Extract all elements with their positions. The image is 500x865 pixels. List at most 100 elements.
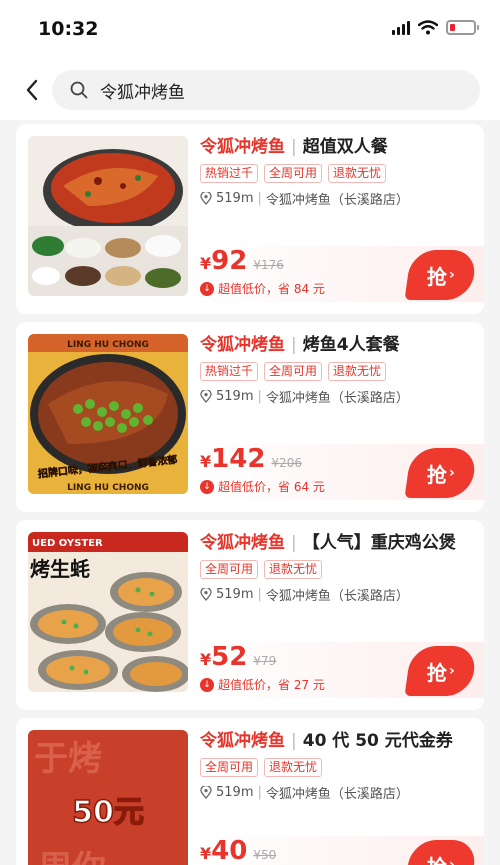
grab-button[interactable]: 抢› bbox=[404, 646, 478, 696]
product-brand: 令狐冲烤鱼 bbox=[200, 731, 285, 751]
product-tag: 全周可用 bbox=[264, 362, 323, 381]
thumb-title: 烤生蚝 bbox=[30, 557, 90, 581]
price-row: ¥ 142 ¥206 bbox=[200, 444, 302, 474]
product-title: 令狐冲烤鱼 | 超值双人餐 bbox=[200, 137, 388, 157]
price-area: ¥ 40 ¥50 抢› bbox=[188, 836, 484, 865]
product-brand: 令狐冲烤鱼 bbox=[200, 137, 285, 157]
product-info: 令狐冲烤鱼 | 40 代 50 元代金券 全周可用 退款无忧 519m | 令狐冲烤鱼（… bbox=[200, 728, 474, 802]
product-location: 519m | 令狐冲烤鱼（长溪路店） bbox=[200, 387, 474, 406]
down-arrow-circle-icon: ↓ bbox=[200, 677, 214, 692]
currency-symbol: ¥ bbox=[200, 650, 212, 669]
down-arrow-circle-icon: ↓ bbox=[200, 479, 214, 494]
product-title: 令狐冲烤鱼 | 烤鱼4人套餐 bbox=[200, 335, 400, 355]
sale-price: 142 bbox=[211, 444, 266, 474]
product-location: 519m | 令狐冲烤鱼（长溪路店） bbox=[200, 585, 474, 604]
product-info: 令狐冲烤鱼 | 【人气】重庆鸡公煲 全周可用 退款无忧 519m | 令狐冲烤鱼（长溪路… bbox=[200, 530, 474, 604]
product-store: 令狐冲烤鱼（长溪路店） bbox=[265, 193, 409, 208]
grab-button[interactable]: 抢› bbox=[404, 840, 478, 865]
product-title: 令狐冲烤鱼 | 【人气】重庆鸡公煲 bbox=[200, 533, 456, 553]
down-arrow-circle-icon: ↓ bbox=[200, 281, 214, 296]
product-distance: 519m bbox=[216, 785, 254, 800]
original-price: ¥206 bbox=[271, 456, 302, 470]
chevron-left-icon bbox=[26, 79, 38, 101]
product-distance: 519m bbox=[216, 191, 254, 206]
product-brand: 令狐冲烤鱼 bbox=[200, 533, 285, 553]
saving-text: 超值低价，省 27 元 bbox=[218, 678, 325, 692]
product-tag: 退款无忧 bbox=[328, 164, 387, 183]
grab-label: 抢 bbox=[427, 851, 447, 865]
product-tag: 热销过千 bbox=[200, 164, 259, 183]
price-row: ¥ 52 ¥79 bbox=[200, 642, 276, 672]
product-location: 519m | 令狐冲烤鱼（长溪路店） bbox=[200, 189, 474, 208]
status-icons bbox=[392, 20, 479, 35]
saving-note: ↓ 超值低价，省 27 元 bbox=[200, 676, 325, 693]
location-pin-icon bbox=[200, 192, 213, 205]
product-distance: 519m bbox=[216, 389, 254, 404]
original-price: ¥50 bbox=[253, 848, 277, 862]
search-header: 令狐冲烤鱼 bbox=[0, 58, 500, 120]
sale-price: 92 bbox=[211, 246, 248, 276]
product-tags: 热销过千 全周可用 退款无忧 bbox=[200, 164, 474, 183]
grab-button[interactable]: 抢› bbox=[404, 250, 478, 300]
product-image-grilled-oyster: UED OYSTER 烤生蚝 bbox=[28, 532, 188, 692]
product-store: 令狐冲烤鱼（长溪路店） bbox=[265, 787, 409, 802]
product-location: 519m | 令狐冲烤鱼（长溪路店） bbox=[200, 783, 474, 802]
product-name: 烤鱼4人套餐 bbox=[302, 335, 400, 355]
product-list: 令狐冲烤鱼 | 超值双人餐 热销过千 全周可用 退款无忧 519m | 令狐冲烤鱼（长溪… bbox=[16, 124, 484, 865]
currency-symbol: ¥ bbox=[200, 844, 212, 863]
product-tag: 全周可用 bbox=[200, 758, 259, 777]
price-row: ¥ 40 ¥50 bbox=[200, 836, 276, 865]
product-distance: 519m bbox=[216, 587, 254, 602]
svg-text:周你: 周你 bbox=[38, 849, 106, 865]
original-price: ¥176 bbox=[253, 258, 284, 272]
currency-symbol: ¥ bbox=[200, 452, 212, 471]
product-store: 令狐冲烤鱼（长溪路店） bbox=[265, 589, 409, 604]
search-input[interactable]: 令狐冲烤鱼 bbox=[52, 70, 480, 110]
product-name: 超值双人餐 bbox=[302, 137, 388, 157]
price-area: ¥ 142 ¥206 ↓ 超值低价，省 64 元 抢 › bbox=[188, 444, 484, 500]
grab-label: 抢 bbox=[427, 264, 448, 289]
saving-text: 超值低价，省 84 元 bbox=[218, 282, 325, 296]
product-name: 【人气】重庆鸡公煲 bbox=[302, 533, 456, 553]
price-area: ¥ 52 ¥79 ↓ 超值低价，省 27 元 抢 › bbox=[188, 642, 484, 698]
status-bar: 10:32 bbox=[0, 0, 500, 58]
product-name: 40 代 50 元代金券 bbox=[302, 731, 453, 751]
wifi-icon bbox=[418, 20, 438, 35]
grab-label: 抢 bbox=[427, 660, 448, 685]
status-time: 10:32 bbox=[38, 18, 99, 40]
saving-note: ↓ 超值低价，省 64 元 bbox=[200, 478, 325, 495]
product-card[interactable]: UED OYSTER 烤生蚝 令狐冲烤鱼 | 【人气】重庆鸡公煲 全周可用 退款… bbox=[16, 520, 484, 710]
product-card[interactable]: 令狐冲烤鱼 | 超值双人餐 热销过千 全周可用 退款无忧 519m | 令狐冲烤鱼（长溪… bbox=[16, 124, 484, 314]
price-area: ¥ 92 ¥176 ↓ 超值低价，省 84 元 抢 › bbox=[188, 246, 484, 302]
product-card[interactable]: LING HU CHONG 招牌口味，椒麻爽口，鲜香浓郁 LING HU CHO… bbox=[16, 322, 484, 512]
sale-price: 52 bbox=[211, 642, 248, 672]
product-tag: 退款无忧 bbox=[264, 758, 323, 777]
product-brand: 令狐冲烤鱼 bbox=[200, 335, 285, 355]
product-tag: 退款无忧 bbox=[328, 362, 387, 381]
product-tags: 全周可用 退款无忧 bbox=[200, 758, 474, 777]
grab-label: 抢 bbox=[427, 462, 448, 487]
battery-icon bbox=[446, 20, 479, 35]
product-card[interactable]: 于烤 周你 50元 令狐冲烤鱼|40 代 50 元代金券 全周可用 退款无忧 5… bbox=[16, 718, 484, 865]
sale-price: 40 bbox=[211, 836, 248, 865]
location-pin-icon bbox=[200, 390, 213, 403]
signal-icon bbox=[392, 20, 410, 35]
back-button[interactable] bbox=[18, 76, 46, 104]
currency-symbol: ¥ bbox=[200, 254, 212, 273]
saving-note: ↓ 超值低价，省 84 元 bbox=[200, 280, 325, 297]
product-tags: 热销过千 全周可用 退款无忧 bbox=[200, 362, 474, 381]
product-tag: 热销过千 bbox=[200, 362, 259, 381]
original-price: ¥79 bbox=[253, 654, 277, 668]
product-image-grilled-fish-set bbox=[28, 136, 188, 296]
product-title: 令狐冲烤鱼 | 40 代 50 元代金券 bbox=[200, 731, 453, 751]
product-tag: 全周可用 bbox=[264, 164, 323, 183]
price-row: ¥ 92 ¥176 bbox=[200, 246, 284, 276]
product-info: 令狐冲烤鱼 | 超值双人餐 热销过千 全周可用 退款无忧 519m | 令狐冲烤鱼（长溪… bbox=[200, 134, 474, 208]
product-image-grilled-fish-4-set: LING HU CHONG 招牌口味，椒麻爽口，鲜香浓郁 LING HU CHO… bbox=[28, 334, 188, 494]
thumb-banner-bottom: LING HU CHONG bbox=[67, 483, 149, 493]
product-image-voucher: 于烤 周你 50元 bbox=[28, 730, 188, 865]
grab-button[interactable]: 抢› bbox=[404, 448, 478, 498]
saving-text: 超值低价，省 64 元 bbox=[218, 480, 325, 494]
product-tags: 全周可用 退款无忧 bbox=[200, 560, 474, 579]
product-tag: 退款无忧 bbox=[264, 560, 323, 579]
